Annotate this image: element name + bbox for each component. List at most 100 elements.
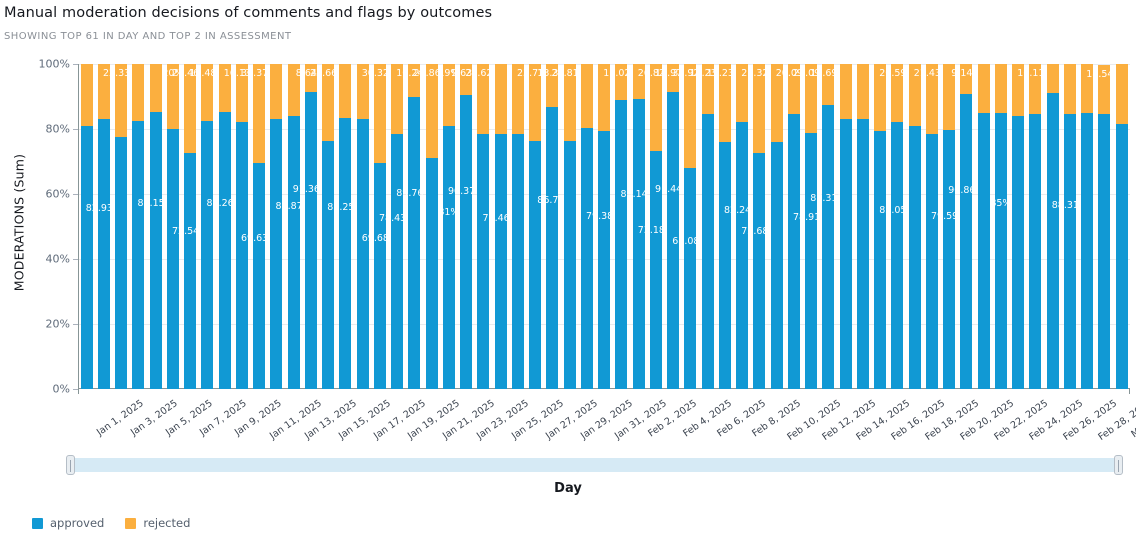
bar-segment-approved[interactable]: 69.68% — [362, 162, 398, 389]
bar-segment-approved[interactable] — [580, 127, 593, 389]
legend-item-rejected[interactable]: rejected — [125, 516, 190, 530]
bar-segment-rejected[interactable] — [943, 64, 956, 131]
bar-column[interactable]: 11.02% — [603, 64, 639, 389]
bar-column[interactable]: 82.24% — [724, 64, 760, 389]
bar-segment-rejected[interactable]: 21.62% — [465, 64, 501, 135]
bar-column[interactable]: 79.38% — [586, 64, 622, 389]
bar-segment-rejected[interactable] — [580, 64, 593, 128]
bar-segment-approved[interactable]: 85% — [990, 112, 1011, 389]
bar-segment-approved[interactable]: 73.18% — [638, 151, 674, 389]
bar-column[interactable]: 21.09% 78.91% — [793, 64, 829, 389]
bar-column[interactable] — [78, 64, 95, 389]
bar-segment-approved[interactable] — [874, 130, 887, 389]
bar-segment-rejected[interactable] — [908, 64, 921, 126]
bar-segment-rejected[interactable]: 27.46% — [172, 64, 208, 154]
bar-segment-rejected[interactable] — [132, 64, 145, 121]
bar-segment-rejected[interactable]: 10.97% — [655, 64, 691, 92]
bar-column[interactable]: 9.14% 90.86% — [948, 64, 984, 389]
bar-column[interactable]: 16.11% — [1017, 64, 1053, 389]
bar-segment-rejected[interactable]: 31.92% — [672, 64, 708, 168]
legend-item-approved[interactable]: approved — [32, 516, 104, 530]
bar-segment-approved[interactable] — [1098, 114, 1111, 389]
bar-segment-rejected[interactable] — [770, 64, 783, 142]
bar-segment-rejected[interactable]: 11.02% — [603, 64, 639, 100]
bar-segment-approved[interactable] — [908, 125, 921, 389]
bar-segment-approved[interactable]: 68.08% — [672, 167, 708, 389]
bar-segment-approved[interactable] — [1046, 92, 1059, 389]
bar-segment-rejected[interactable] — [218, 64, 231, 112]
bar-segment-approved[interactable] — [563, 141, 576, 389]
bar-segment-rejected[interactable] — [994, 64, 1007, 113]
bar-segment-approved[interactable]: 69.63% — [241, 162, 277, 389]
bar-segment-rejected[interactable]: 9.63% — [451, 64, 481, 96]
bar-segment-approved[interactable]: 88.31% — [1052, 114, 1088, 389]
bar-segment-rejected[interactable] — [632, 64, 645, 100]
bar-segment-rejected[interactable] — [1012, 64, 1025, 116]
bar-segment-rejected[interactable]: 16.13% — [224, 64, 260, 122]
bar-segment-rejected[interactable] — [1063, 64, 1076, 115]
bar-segment-rejected[interactable] — [494, 64, 507, 135]
bar-column[interactable] — [354, 64, 371, 389]
bar-segment-approved[interactable]: 72.68% — [741, 152, 777, 389]
bar-segment-rejected[interactable]: 23.71% — [517, 64, 553, 142]
bar-column[interactable] — [872, 64, 889, 389]
bar-segment-rejected[interactable] — [977, 64, 990, 113]
bar-segment-approved[interactable]: 87.31% — [810, 105, 846, 389]
bar-segment-approved[interactable] — [839, 119, 852, 389]
bar-column[interactable]: 28.86% — [414, 64, 450, 389]
bar-segment-approved[interactable]: 82.05% — [879, 122, 915, 389]
bar-segment-rejected[interactable]: 20% — [162, 64, 183, 129]
bar-segment-approved[interactable]: 89.14% — [621, 99, 657, 389]
bar-column[interactable] — [1044, 64, 1061, 389]
bar-column[interactable] — [837, 64, 854, 389]
bar-segment-rejected[interactable]: 10.24% — [396, 64, 432, 98]
bar-segment-approved[interactable]: 72.54% — [172, 153, 208, 389]
bar-segment-approved[interactable] — [201, 120, 214, 389]
bar-column[interactable]: 8.64% 91.36% — [293, 64, 329, 389]
bar-segment-rejected[interactable]: 22.33% — [103, 64, 139, 137]
bar-column[interactable] — [578, 64, 595, 389]
bar-column[interactable]: 83.25% — [327, 64, 363, 389]
bar-column[interactable]: 9.63% 90.37% — [448, 64, 484, 389]
bar-column[interactable]: 10.24% 89.76% — [396, 64, 432, 389]
range-slider-track[interactable] — [70, 458, 1120, 472]
bar-segment-rejected[interactable] — [356, 64, 369, 120]
bar-segment-approved[interactable] — [270, 119, 283, 389]
bar-segment-approved[interactable]: 90.86% — [948, 93, 984, 389]
bar-segment-rejected[interactable]: 8.64% — [296, 64, 326, 93]
bar-segment-approved[interactable] — [425, 157, 438, 389]
bar-segment-rejected[interactable]: 30.32% — [362, 64, 398, 163]
bar-segment-rejected[interactable]: 23.66% — [310, 64, 346, 141]
range-slider-handle-left[interactable] — [66, 455, 75, 475]
bar-segment-rejected[interactable]: 20.09% — [776, 64, 812, 115]
bar-segment-approved[interactable] — [770, 142, 783, 389]
bar-segment-approved[interactable] — [615, 99, 628, 389]
bar-segment-approved[interactable] — [132, 120, 145, 389]
bar-segment-rejected[interactable]: 19% — [438, 64, 459, 126]
bar-column[interactable]: 30.32% 69.68% — [362, 64, 398, 389]
bar-column[interactable]: 20.59% 82.05% — [879, 64, 915, 389]
bar-column[interactable]: 82.93% — [86, 64, 122, 389]
bar-column[interactable]: 88.31% — [1052, 64, 1088, 389]
bar-segment-approved[interactable] — [166, 129, 179, 389]
bar-segment-approved[interactable]: 79.59% — [931, 130, 967, 389]
bar-column[interactable] — [768, 64, 785, 389]
bar-segment-rejected[interactable]: 12.69% — [810, 64, 846, 106]
bar-segment-approved[interactable] — [1029, 114, 1042, 389]
bar-column[interactable]: 23.66% — [310, 64, 346, 389]
bar-segment-rejected[interactable] — [839, 64, 852, 120]
bar-segment-rejected[interactable] — [270, 64, 283, 120]
bar-column[interactable]: 17.48% — [189, 64, 225, 389]
bar-column[interactable]: 16.13% — [224, 64, 260, 389]
bar-segment-rejected[interactable]: 27.32% — [741, 64, 777, 153]
bar-segment-rejected[interactable] — [511, 64, 524, 135]
bar-segment-approved[interactable] — [925, 133, 938, 389]
bar-segment-approved[interactable] — [977, 112, 990, 389]
bar-column[interactable]: 27.46% 72.54% — [172, 64, 208, 389]
bar-segment-rejected[interactable]: 20.59% — [879, 64, 915, 123]
bar-column[interactable]: 31.92% 68.08% — [672, 64, 708, 389]
bar-column[interactable]: 15.23% — [690, 64, 726, 389]
bar-segment-rejected[interactable]: 28.86% — [414, 64, 450, 158]
bar-segment-rejected[interactable] — [598, 64, 611, 132]
bar-segment-rejected[interactable] — [1081, 64, 1094, 113]
